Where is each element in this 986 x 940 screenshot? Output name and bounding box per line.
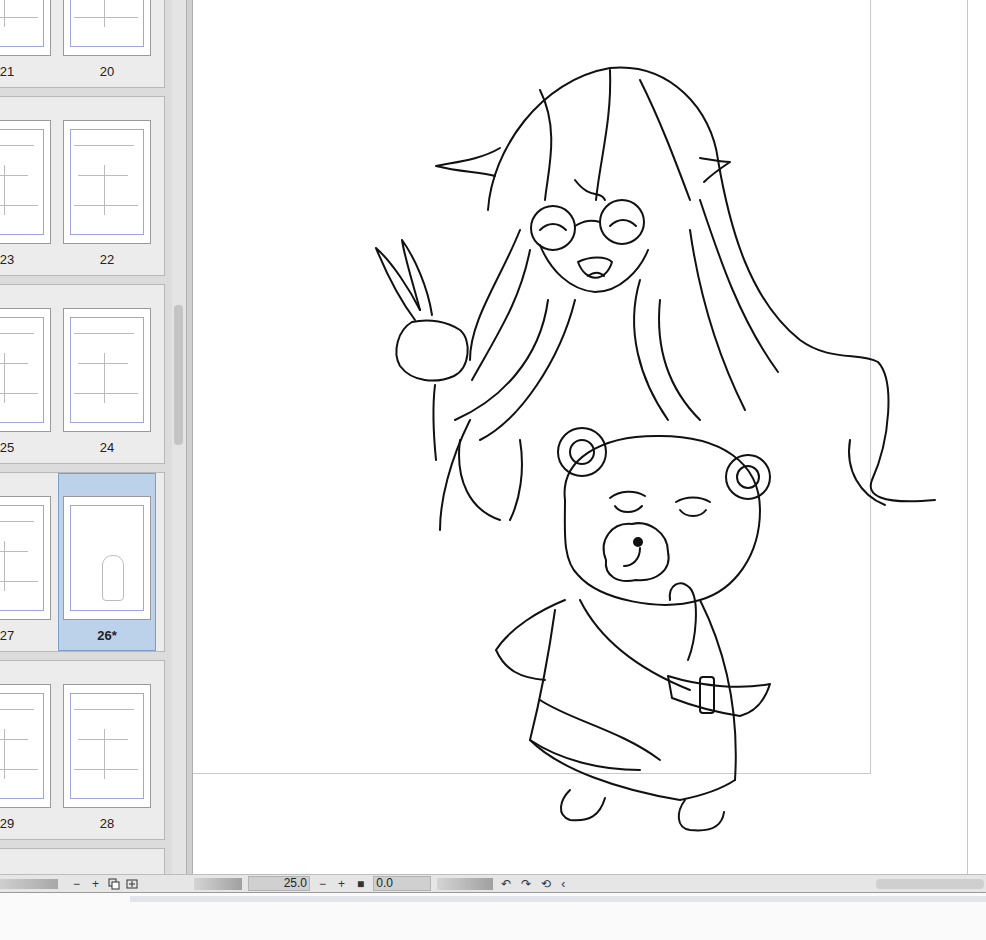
page-preview	[0, 120, 51, 244]
page-thumbnail[interactable]: 20	[58, 0, 156, 87]
thumbnail-zoom-button[interactable]: +	[89, 877, 102, 891]
page-number: 24	[100, 440, 114, 456]
zoom-button[interactable]: +	[335, 877, 348, 891]
add-page-icon[interactable]	[126, 878, 138, 890]
page-number: 23	[0, 252, 14, 268]
page-number: 29	[0, 816, 14, 832]
page-list: 21 20 23 22 25 24 27 26* 29 28	[0, 0, 172, 874]
page-number: 26*	[97, 628, 117, 644]
page-number: 22	[100, 252, 114, 268]
page-preview	[63, 496, 151, 620]
page-thumbnail[interactable]: 26*	[58, 473, 156, 651]
window-bottom-strip	[0, 893, 986, 940]
view-tool-button[interactable]: ↷	[519, 877, 533, 891]
page-preview	[63, 0, 151, 56]
canvas-gutter	[967, 0, 986, 874]
page-preview	[63, 684, 151, 808]
page-preview	[63, 120, 151, 244]
page-preview	[0, 496, 51, 620]
page-thumbnail[interactable]: 24	[58, 285, 156, 463]
page-thumbnail[interactable]: 27	[0, 473, 56, 651]
thumbnail-zoom-button[interactable]: −	[70, 877, 83, 891]
panel-divider[interactable]	[186, 0, 193, 874]
page-number: 28	[100, 816, 114, 832]
canvas-area[interactable]	[193, 0, 986, 874]
canvas-scrollbar[interactable]	[773, 878, 986, 890]
page-preview	[0, 308, 51, 432]
page-spread[interactable]	[0, 848, 165, 874]
page-number: 21	[0, 64, 14, 80]
scrollbar-thumb[interactable]	[876, 879, 984, 889]
page-spread[interactable]: 25 24	[0, 284, 165, 464]
panel-scrollbar[interactable]	[172, 0, 186, 874]
page-boundary	[193, 0, 871, 774]
page-thumbnail[interactable]: 25	[0, 285, 56, 463]
page-number: 27	[0, 628, 14, 644]
view-tool-button[interactable]: ‹	[559, 877, 567, 891]
view-tool-button[interactable]: ⟲	[539, 877, 553, 891]
clip-studio-window: 2120232225242726*2928−+25.0−+■0.0↶↷⟲‹	[0, 0, 986, 940]
page-panel-toolbar: −+	[0, 875, 186, 892]
bottom-toolbar: −+25.0−+■0.0↶↷⟲‹	[0, 874, 986, 893]
canvas-toolbar: 25.0−+ ■ 0.0 ↶ ↷ ⟲ ‹	[186, 875, 986, 892]
page-thumbnail[interactable]: 28	[58, 661, 156, 839]
rotation-slider[interactable]	[437, 878, 493, 890]
line-art-drawing	[193, 0, 967, 874]
workspace[interactable]	[193, 0, 967, 874]
page-spread[interactable]: 21 20	[0, 0, 165, 88]
page-preview	[0, 0, 51, 56]
zoom-field[interactable]: 25.0	[248, 876, 310, 891]
zoom-button[interactable]: ■	[354, 877, 367, 891]
page-thumbnail[interactable]: 21	[0, 0, 56, 87]
page-number: 25	[0, 440, 14, 456]
page-thumbnail[interactable]: 23	[0, 97, 56, 275]
scrollbar-thumb[interactable]	[174, 305, 183, 445]
page-spread[interactable]: 29 28	[0, 660, 165, 840]
page-thumbnail[interactable]: 29	[0, 661, 56, 839]
page-spread[interactable]: 23 22	[0, 96, 165, 276]
page-settings-icon[interactable]	[108, 878, 120, 890]
page-thumbnail[interactable]: 22	[58, 97, 156, 275]
page-preview	[63, 308, 151, 432]
rotation-field[interactable]: 0.0	[373, 876, 431, 891]
page-preview	[0, 684, 51, 808]
view-tool-button[interactable]: ↶	[499, 877, 513, 891]
page-number: 20	[100, 64, 114, 80]
page-manager-panel: 21 20 23 22 25 24 27 26* 29 28	[0, 0, 186, 874]
zoom-slider[interactable]	[194, 878, 242, 890]
thumbnail-size-slider[interactable]	[0, 879, 58, 889]
page-spread[interactable]: 27 26*	[0, 472, 165, 652]
zoom-button[interactable]: −	[316, 877, 329, 891]
